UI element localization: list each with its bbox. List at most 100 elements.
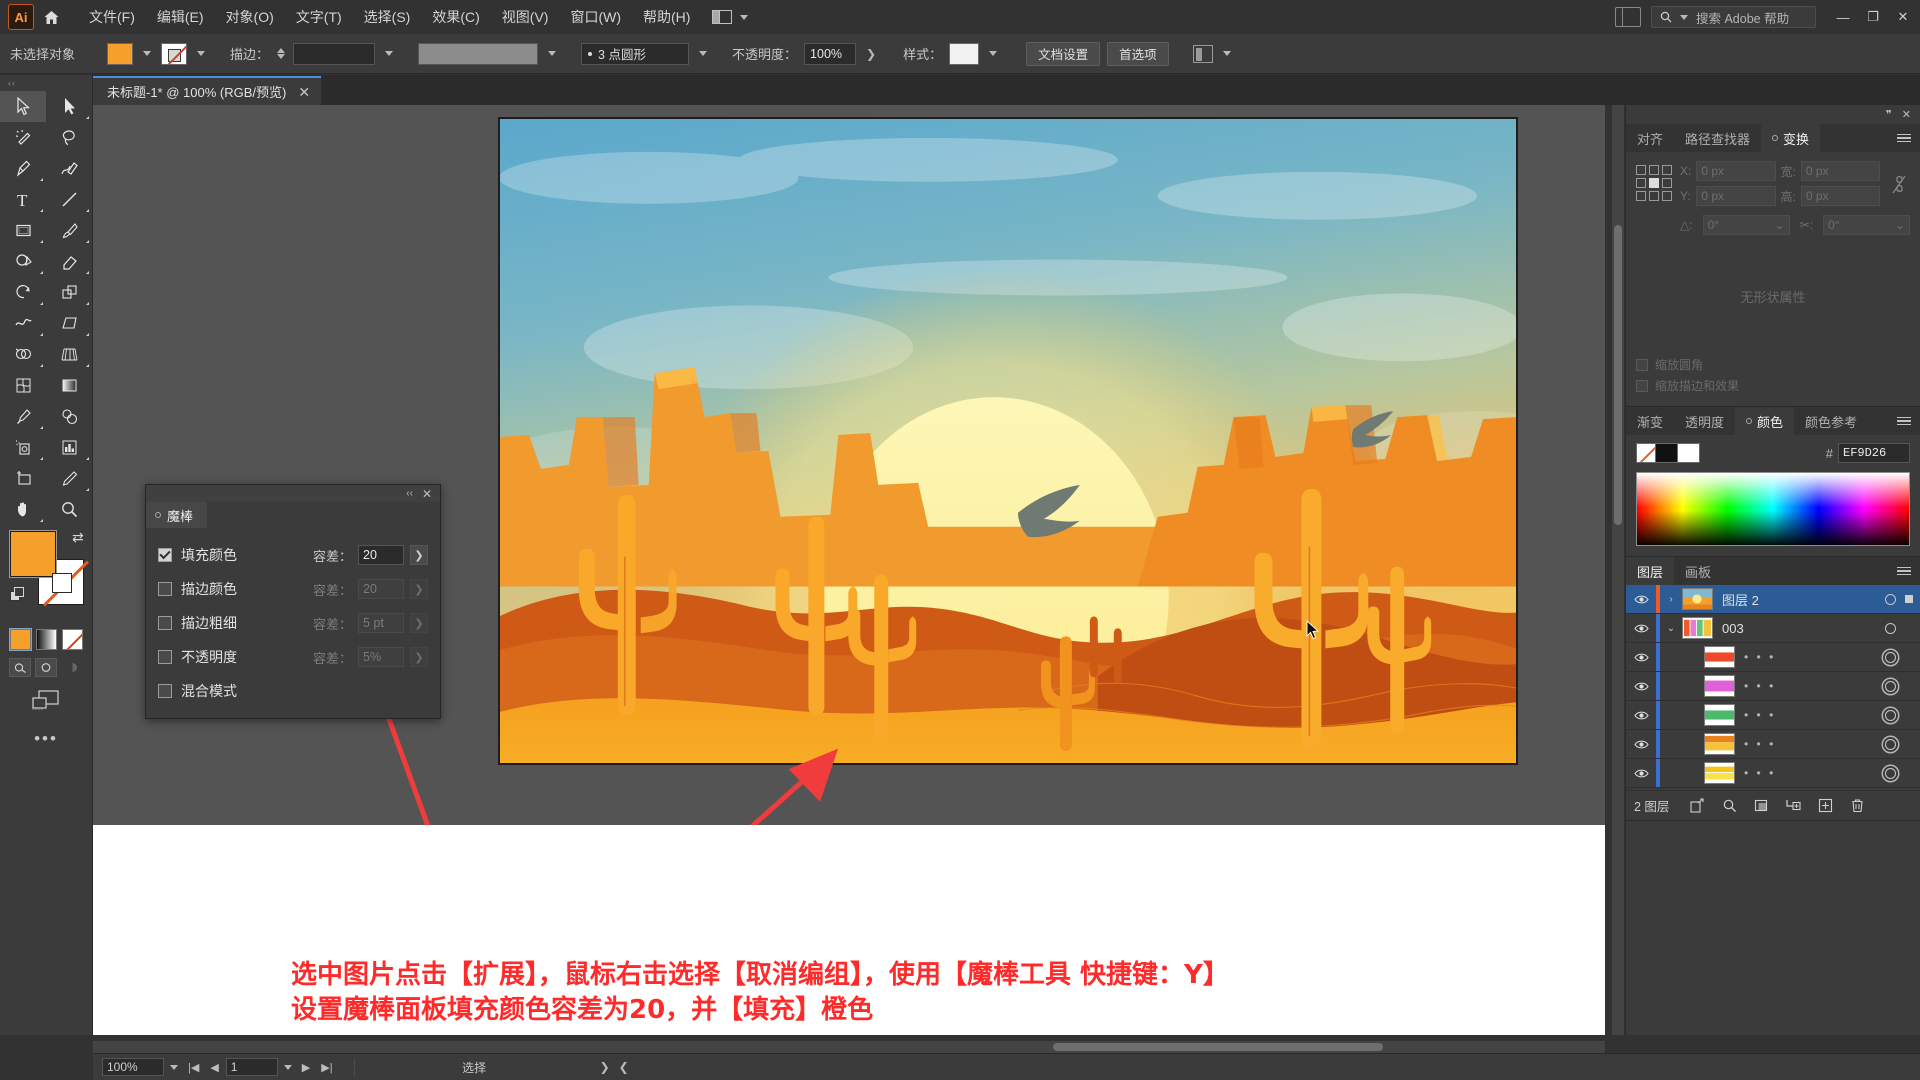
scale-corners-option[interactable]: 缩放圆角 <box>1636 354 1910 375</box>
release-to-layers-icon[interactable] <box>1681 793 1713 819</box>
layer-name[interactable]: 图层 2 <box>1722 590 1875 609</box>
transform-y-input[interactable]: 0 px <box>1696 186 1776 206</box>
shear-angle-input[interactable]: 0° ⌄ <box>1822 215 1911 235</box>
symbol-sprayer-tool[interactable] <box>0 432 46 463</box>
transform-w-input[interactable]: 0 px <box>1800 161 1880 181</box>
draw-inside-icon[interactable] <box>61 658 83 677</box>
new-layer-icon[interactable] <box>1809 793 1841 819</box>
rectangle-tool[interactable] <box>0 215 46 246</box>
chevron-right-icon[interactable]: › <box>1660 594 1682 605</box>
stroke-weight-chevron-down-icon[interactable] <box>385 51 394 56</box>
style-chevron-down-icon[interactable] <box>989 51 998 56</box>
fill-color-tolerance-slider-icon[interactable]: ❯ <box>410 545 428 565</box>
visibility-eye-icon[interactable] <box>1626 768 1656 779</box>
variable-width-chevron-down-icon[interactable] <box>548 51 557 56</box>
layer-name[interactable]: • • • <box>1744 679 1875 693</box>
rotate-tool[interactable] <box>0 277 46 308</box>
menu-item-type[interactable]: 文字(T) <box>285 1 353 33</box>
target-indicator[interactable] <box>1875 738 1905 750</box>
paintbrush-tool[interactable] <box>46 215 92 246</box>
table-row[interactable]: ⌄ 003 <box>1626 614 1920 643</box>
maximize-button[interactable]: ❐ <box>1858 5 1888 29</box>
target-indicator[interactable] <box>1875 767 1905 779</box>
menu-item-select[interactable]: 选择(S) <box>353 1 422 33</box>
magic-wand-tool[interactable] <box>0 122 46 153</box>
perspective-grid-tool[interactable] <box>46 339 92 370</box>
menu-item-object[interactable]: 对象(O) <box>215 1 285 33</box>
layer-name[interactable]: • • • <box>1744 737 1875 751</box>
fill-color-swatch[interactable] <box>107 42 134 65</box>
canvas-horizontal-scrollbar[interactable] <box>93 1041 1605 1053</box>
stroke-variable-width-profile[interactable] <box>418 42 539 65</box>
close-icon[interactable]: ✕ <box>422 487 432 501</box>
transform-h-input[interactable]: 0 px <box>1800 186 1880 206</box>
none-swatch[interactable] <box>1636 443 1656 463</box>
magic-wand-row-fill-color[interactable]: 填充颜色 容差： 20 ❯ <box>158 538 428 572</box>
transform-x-input[interactable]: 0 px <box>1696 161 1776 181</box>
tab-align[interactable]: 对齐 <box>1626 124 1674 152</box>
default-fill-stroke-icon[interactable] <box>10 587 25 602</box>
fill-chevron-down-icon[interactable] <box>143 51 152 56</box>
visibility-eye-icon[interactable] <box>1626 710 1656 721</box>
table-row[interactable]: • • • <box>1626 672 1920 701</box>
shaper-tool[interactable] <box>0 246 46 277</box>
draw-behind-icon[interactable] <box>35 658 57 677</box>
artboard-nav-last[interactable]: ▶| <box>321 1061 332 1074</box>
rotate-angle-input[interactable]: 0° ⌄ <box>1702 215 1790 235</box>
lasso-tool[interactable] <box>46 122 92 153</box>
layer-name[interactable]: 003 <box>1722 621 1875 636</box>
artboard-number-input[interactable]: 1 <box>225 1058 278 1076</box>
edit-toolbar-more-icon[interactable]: ••• <box>0 729 92 749</box>
none-fill-button[interactable] <box>62 629 83 650</box>
mesh-tool[interactable] <box>0 370 46 401</box>
table-row[interactable]: • • • <box>1626 643 1920 672</box>
magic-wand-row-stroke-color[interactable]: 描边颜色 容差： 20 ❯ <box>158 572 428 606</box>
menu-item-help[interactable]: 帮助(H) <box>632 1 701 33</box>
artboard-desert-sunset[interactable] <box>498 117 1518 765</box>
gradient-fill-button[interactable] <box>36 629 57 650</box>
scale-tool[interactable] <box>46 277 92 308</box>
artboard-tool[interactable] <box>0 463 46 494</box>
locate-object-icon[interactable] <box>1713 793 1745 819</box>
stroke-color-swatch[interactable] <box>161 42 188 65</box>
table-row[interactable]: • • • <box>1626 701 1920 730</box>
visibility-eye-icon[interactable] <box>1626 623 1656 634</box>
column-graph-tool[interactable] <box>46 432 92 463</box>
artboard-nav-next[interactable]: ▶ <box>302 1061 310 1074</box>
align-chevron-down-icon[interactable] <box>1222 51 1231 56</box>
collapse-icon[interactable]: ‹‹ <box>406 488 413 499</box>
make-clipping-mask-icon[interactable] <box>1745 793 1777 819</box>
layer-name[interactable]: • • • <box>1744 766 1875 780</box>
create-sublayer-icon[interactable] <box>1777 793 1809 819</box>
visibility-eye-icon[interactable] <box>1626 681 1656 692</box>
shape-builder-tool[interactable] <box>0 339 46 370</box>
stroke-weight-checkbox[interactable] <box>158 616 172 630</box>
hex-value-input[interactable]: EF9D26 <box>1838 443 1910 463</box>
brush-chevron-down-icon[interactable] <box>699 51 708 56</box>
fill-color-indicator[interactable] <box>9 530 57 578</box>
gradient-tool[interactable] <box>46 370 92 401</box>
menu-item-window[interactable]: 窗口(W) <box>559 1 632 33</box>
tab-pathfinder[interactable]: 路径查找器 <box>1674 124 1761 152</box>
delete-layer-icon[interactable] <box>1841 793 1873 819</box>
status-expand-icon[interactable]: ❯ <box>597 1060 613 1074</box>
eraser-tool[interactable] <box>46 246 92 277</box>
graphic-style-swatch[interactable] <box>949 42 980 65</box>
fill-color-tolerance-input[interactable]: 20 <box>358 545 404 565</box>
minimize-button[interactable]: — <box>1828 5 1858 29</box>
target-indicator[interactable] <box>1875 651 1905 663</box>
tab-color-guide[interactable]: 颜色参考 <box>1794 407 1868 435</box>
slice-tool[interactable] <box>46 463 92 494</box>
tab-layers[interactable]: 图层 <box>1626 557 1675 585</box>
white-swatch[interactable] <box>1678 443 1700 463</box>
swap-fill-stroke-icon[interactable]: ⇄ <box>72 529 84 546</box>
constrain-proportions-icon[interactable] <box>1888 161 1910 206</box>
table-row[interactable]: › 图层 2 <box>1626 585 1920 614</box>
scale-corners-checkbox[interactable] <box>1636 358 1648 371</box>
status-collapse-icon[interactable]: ❮ <box>616 1060 632 1074</box>
target-indicator[interactable] <box>1875 709 1905 721</box>
selection-tool[interactable] <box>0 91 46 122</box>
collapse-icon[interactable]: ❞ <box>1886 108 1892 121</box>
align-icon[interactable] <box>1192 44 1213 63</box>
menu-item-effect[interactable]: 效果(C) <box>421 1 490 33</box>
